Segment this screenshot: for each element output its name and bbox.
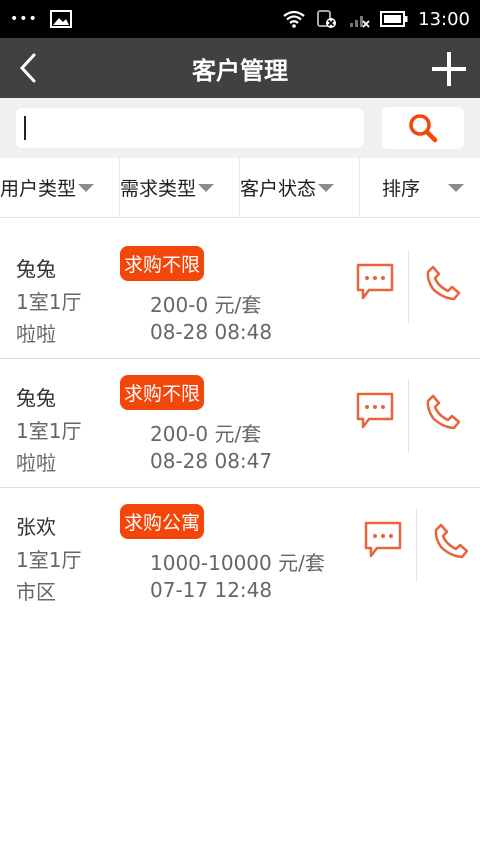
divider — [416, 508, 417, 582]
app-header: 客户管理 — [0, 38, 480, 98]
dropdown-arrow-icon — [198, 183, 215, 192]
divider — [408, 250, 409, 324]
notification-dots: ••• — [10, 11, 38, 27]
dropdown-arrow-icon — [448, 183, 464, 192]
dropdown-arrow-icon — [318, 183, 335, 192]
search-bar — [0, 98, 480, 158]
chevron-left-icon[interactable] — [14, 52, 44, 84]
divider — [408, 379, 409, 453]
customer-room: 1室1厅 — [16, 419, 82, 443]
customer-time: 07-17 12:48 — [150, 578, 273, 602]
customer-name: 兔兔 — [16, 257, 56, 281]
customer-name: 张欢 — [16, 515, 56, 539]
text-caret — [24, 116, 26, 140]
clock: 13:00 — [418, 8, 470, 30]
chat-bubble-icon[interactable] — [355, 391, 395, 431]
sim-disabled-icon — [317, 10, 337, 28]
customer-price: 1000-10000 元/套 — [150, 551, 325, 575]
demand-tag: 求购不限 — [120, 246, 205, 281]
battery-icon — [380, 11, 408, 27]
chat-bubble-icon[interactable] — [363, 520, 403, 560]
list-item[interactable]: 兔兔 1室1厅 啦啦 求购不限 200-0 元/套 08-28 08:47 — [0, 359, 480, 488]
demand-tag: 求购公寓 — [120, 504, 205, 539]
wifi-icon — [283, 10, 305, 28]
customer-room: 1室1厅 — [16, 290, 82, 314]
phone-icon[interactable] — [424, 393, 462, 431]
search-button[interactable] — [382, 107, 464, 149]
filter-label: 用户类型 — [0, 178, 77, 200]
phone-icon[interactable] — [432, 522, 470, 560]
image-notification-icon — [49, 10, 72, 28]
chat-bubble-icon[interactable] — [355, 262, 395, 302]
customer-name: 兔兔 — [16, 386, 56, 410]
search-icon — [409, 114, 438, 143]
filter-sort[interactable]: 排序 — [360, 158, 480, 217]
list-item[interactable]: 兔兔 1室1厅 啦啦 求购不限 200-0 元/套 08-28 08:48 — [0, 230, 480, 359]
customer-list: 兔兔 1室1厅 啦啦 求购不限 200-0 元/套 08-28 08:48 兔兔… — [0, 230, 480, 617]
filter-label: 排序 — [382, 178, 421, 200]
list-item[interactable]: 张欢 1室1厅 市区 求购公寓 1000-10000 元/套 07-17 12:… — [0, 488, 480, 617]
customer-time: 08-28 08:47 — [150, 449, 273, 473]
search-input[interactable] — [16, 108, 364, 148]
filter-customer-status[interactable]: 客户状态 — [240, 158, 360, 217]
filter-bar: 用户类型 需求类型 客户状态 排序 — [0, 158, 480, 218]
signal-icon — [350, 16, 370, 28]
customer-area: 啦啦 — [16, 451, 56, 475]
dropdown-arrow-icon — [78, 183, 95, 192]
demand-tag: 求购不限 — [120, 375, 205, 410]
status-bar: ••• 13:00 — [0, 0, 480, 38]
customer-time: 08-28 08:48 — [150, 320, 273, 344]
filter-user-type[interactable]: 用户类型 — [0, 158, 120, 217]
filter-demand-type[interactable]: 需求类型 — [120, 158, 240, 217]
page-title: 客户管理 — [192, 56, 288, 85]
customer-price: 200-0 元/套 — [150, 293, 262, 317]
customer-area: 市区 — [16, 580, 56, 604]
customer-room: 1室1厅 — [16, 548, 82, 572]
customer-area: 啦啦 — [16, 322, 56, 346]
search-box — [16, 108, 364, 148]
plus-icon[interactable] — [432, 52, 466, 86]
filter-label: 需求类型 — [120, 178, 197, 200]
phone-icon[interactable] — [424, 264, 462, 302]
customer-price: 200-0 元/套 — [150, 422, 262, 446]
filter-label: 客户状态 — [240, 178, 317, 200]
